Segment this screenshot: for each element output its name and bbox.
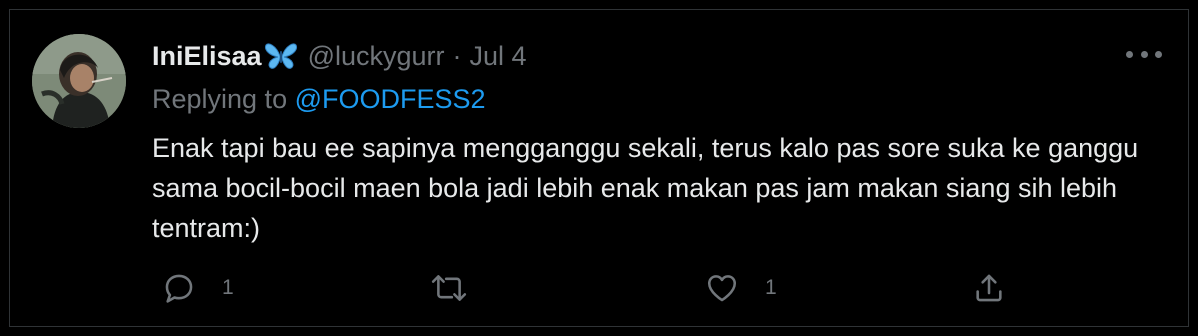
reply-count: 1 bbox=[222, 276, 234, 299]
more-dot bbox=[1126, 50, 1133, 58]
share-button[interactable] bbox=[972, 268, 1006, 308]
replying-to: Replying to @FOODFESS2 bbox=[152, 84, 486, 115]
retweet-icon bbox=[431, 275, 467, 301]
separator-dot: · bbox=[452, 40, 462, 71]
avatar-photo bbox=[32, 34, 126, 128]
reply-button[interactable]: 1 bbox=[162, 268, 234, 308]
share-icon bbox=[976, 274, 1002, 302]
like-count: 1 bbox=[765, 276, 777, 299]
retweet-button[interactable] bbox=[430, 268, 468, 308]
more-dot bbox=[1155, 50, 1162, 58]
replying-to-mention[interactable]: @FOODFESS2 bbox=[295, 84, 486, 114]
like-button[interactable]: 1 bbox=[705, 268, 777, 308]
heart-icon bbox=[707, 275, 737, 302]
butterfly-icon bbox=[264, 43, 297, 69]
user-handle[interactable]: @luckygurr bbox=[308, 41, 445, 72]
tweet-actions: 1 1 bbox=[152, 268, 1012, 308]
tweet-header: IniElisaa @luckygurr · Jul 4 bbox=[152, 38, 527, 74]
more-horizontal-icon[interactable] bbox=[1126, 44, 1162, 64]
reply-icon bbox=[165, 274, 193, 303]
more-dot bbox=[1140, 50, 1148, 58]
tweet-date[interactable]: Jul 4 bbox=[470, 41, 527, 72]
avatar[interactable] bbox=[32, 34, 126, 128]
replying-prefix: Replying to bbox=[152, 84, 288, 114]
tweet-card[interactable]: IniElisaa @luckygurr · Jul 4 Replying to… bbox=[9, 9, 1189, 327]
tweet-text: Enak tapi bau ee sapinya mengganggu seka… bbox=[152, 133, 1139, 243]
display-name[interactable]: IniElisaa bbox=[152, 41, 262, 72]
